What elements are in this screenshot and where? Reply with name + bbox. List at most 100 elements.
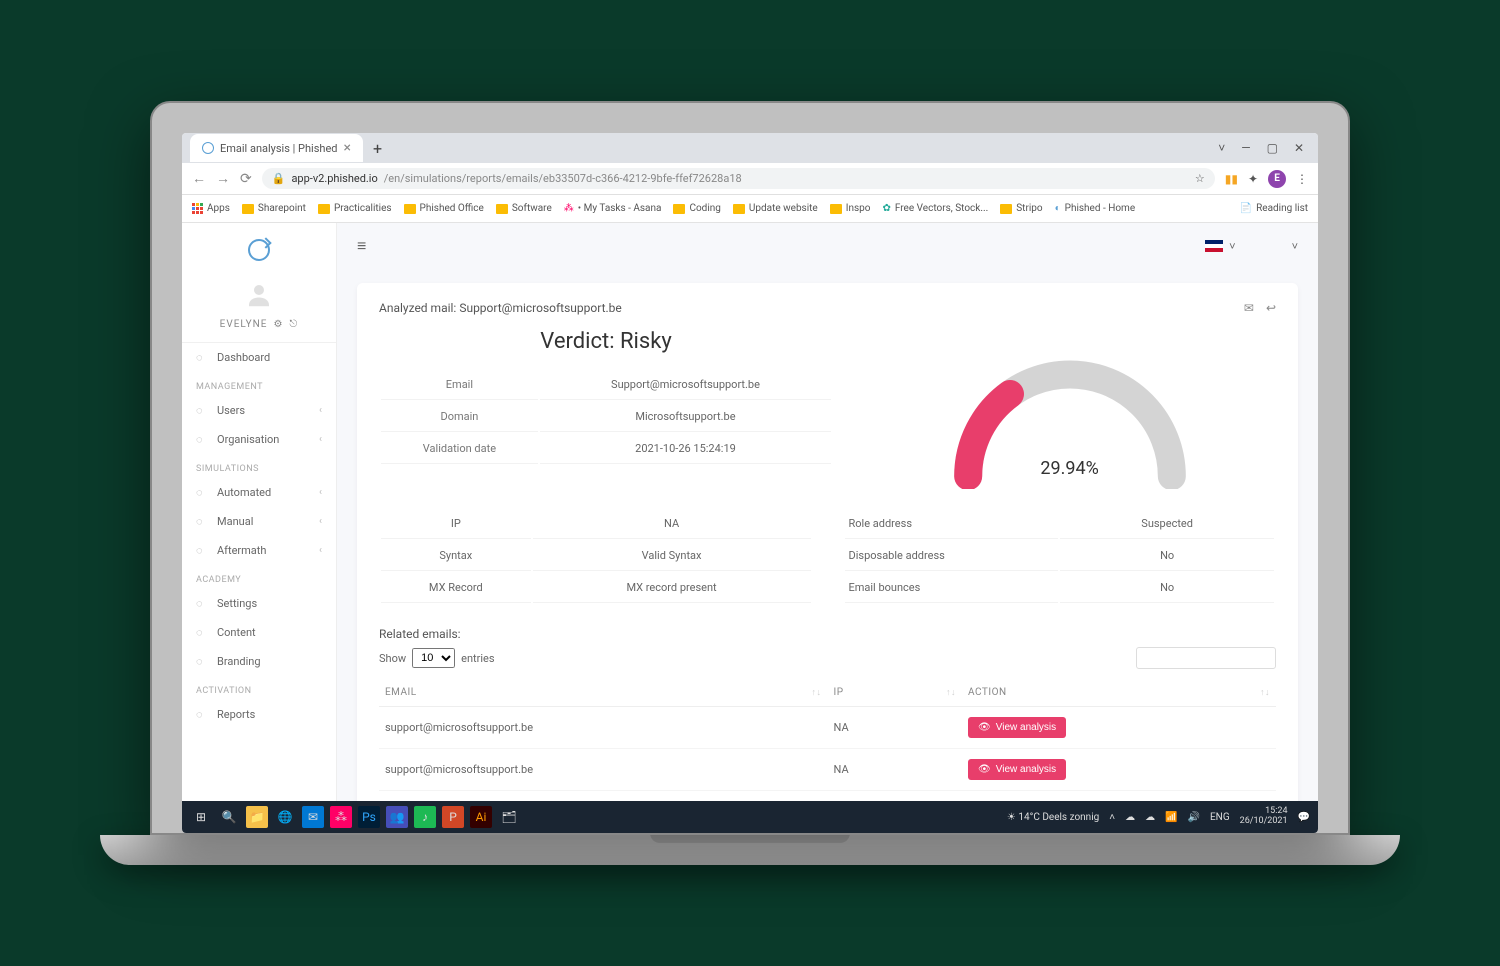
gauge-value: 29.94% [940, 458, 1200, 479]
language-picker[interactable]: ˅ [1205, 240, 1235, 253]
view-analysis-button[interactable]: 👁View analysis [968, 759, 1066, 780]
outlook-icon[interactable]: ✉ [302, 806, 324, 828]
onedrive-icon[interactable]: ☁ [1125, 812, 1135, 823]
bookmark-item[interactable]: Software [496, 203, 552, 214]
sidebar-item-settings[interactable]: ◌Settings [182, 589, 336, 618]
teams-icon[interactable]: 👥 [386, 806, 408, 828]
hamburger-icon[interactable]: ≡ [357, 236, 366, 256]
close-window-icon[interactable]: ✕ [1294, 141, 1304, 155]
nav-label: Branding [217, 655, 261, 668]
weather-widget[interactable]: ☀ 14°C Deels zonnig [1007, 812, 1099, 823]
start-icon[interactable]: ⊞ [190, 806, 212, 828]
nav-label: Organisation [217, 433, 279, 446]
minimize-icon[interactable]: — [1241, 141, 1250, 155]
notifications-icon[interactable]: 💬 [1298, 812, 1310, 823]
page-size-select[interactable]: 10 [412, 648, 455, 668]
cell-ip: NA [828, 707, 963, 749]
chevron-left-icon: ‹ [319, 516, 322, 527]
search-icon[interactable]: 🔍 [218, 806, 240, 828]
apps-button[interactable]: Apps [192, 203, 230, 214]
sidebar-item-dashboard[interactable]: ◌Dashboard [182, 343, 336, 372]
chevron-down-icon: ˅ [1292, 240, 1298, 253]
maximize-icon[interactable]: ▢ [1267, 141, 1278, 155]
sort-icon[interactable]: ↑↓ [1260, 687, 1270, 698]
bookmark-item[interactable]: ✿Free Vectors, Stock... [882, 203, 988, 214]
user-dropdown[interactable]: ˅ [1292, 240, 1298, 253]
avatar-icon [244, 280, 274, 310]
sidebar-nav: ◌DashboardMANAGEMENT◌Users‹◌Organisation… [182, 343, 336, 729]
chrome-icon[interactable]: 🌐 [274, 806, 296, 828]
photoshop-icon[interactable]: Ps [358, 806, 380, 828]
bookmark-item[interactable]: ⁂• My Tasks - Asana [564, 203, 662, 214]
forward-icon[interactable]: → [216, 170, 230, 187]
browser-tab[interactable]: Email analysis | Phished × [190, 134, 363, 162]
analysis-card: Analyzed mail: Support@microsoftsupport.… [357, 283, 1298, 801]
bookmark-item[interactable]: ◐Phished - Home [1055, 203, 1136, 214]
view-analysis-button[interactable]: 👁View analysis [968, 717, 1066, 738]
star-icon[interactable]: ☆ [1195, 172, 1205, 185]
language-indicator[interactable]: ENG [1210, 812, 1230, 823]
sidebar-item-branding[interactable]: ◌ Branding [182, 647, 336, 676]
risk-gauge: 29.94% [940, 349, 1200, 489]
onedrive-icon[interactable]: ☁ [1145, 812, 1155, 823]
sidebar-item-organisation[interactable]: ◌Organisation‹ [182, 425, 336, 454]
search-input[interactable] [1136, 647, 1276, 669]
sort-icon[interactable]: ↑↓ [812, 687, 822, 698]
manual-icon: ◌ [196, 515, 209, 528]
related-title: Related emails: [379, 627, 1276, 641]
auto-icon: ◌ [196, 486, 209, 499]
kebab-menu-icon[interactable]: ⋮ [1296, 172, 1308, 186]
reload-icon[interactable]: ⟳ [240, 171, 252, 187]
bookmark-item[interactable]: Coding [673, 203, 720, 214]
profile-avatar[interactable]: E [1268, 170, 1286, 188]
window-controls: ˅ — ▢ ✕ [1204, 141, 1318, 155]
wifi-icon[interactable]: 📶 [1165, 812, 1177, 823]
illustrator-icon[interactable]: Ai [470, 806, 492, 828]
tab-title: Email analysis | Phished [220, 142, 338, 155]
sidebar-item-aftermath[interactable]: ◌Aftermath‹ [182, 536, 336, 565]
extension-icon[interactable]: ▮▮ [1225, 172, 1238, 186]
reply-icon[interactable]: ↩ [1266, 301, 1276, 315]
asana-icon[interactable]: ⁂ [330, 806, 352, 828]
logout-icon[interactable]: ⎋ [289, 319, 298, 330]
sidebar-item-automated[interactable]: ◌Automated‹ [182, 478, 336, 507]
bookmark-item[interactable]: Update website [733, 203, 818, 214]
extensions-menu-icon[interactable]: ✦ [1248, 172, 1258, 186]
back-icon[interactable]: ← [192, 170, 206, 187]
new-tab-button[interactable]: + [363, 139, 392, 158]
app-icon[interactable]: 🗂 [498, 806, 520, 828]
branding-icon: ◌ [196, 655, 209, 668]
bookmark-item[interactable]: Phished Office [404, 203, 484, 214]
spotify-icon[interactable]: ♪ [414, 806, 436, 828]
clock[interactable]: 15:24 26/10/2021 [1240, 807, 1288, 827]
tech-table: IPNA SyntaxValid Syntax MX RecordMX reco… [379, 507, 813, 605]
address-bar[interactable]: 🔒 app-v2.phished.io/en/simulations/repor… [262, 168, 1215, 189]
bookmark-item[interactable]: Practicalities [318, 203, 392, 214]
app-logo[interactable] [182, 223, 336, 272]
sort-icon[interactable]: ↑↓ [946, 687, 956, 698]
powerpoint-icon[interactable]: P [442, 806, 464, 828]
tray-chevron-icon[interactable]: ˄ [1109, 812, 1115, 823]
volume-icon[interactable]: 🔊 [1188, 812, 1200, 823]
reading-list-button[interactable]: 📄Reading list [1240, 203, 1308, 214]
gear-icon[interactable]: ⚙ [273, 319, 283, 330]
nav-section-label: MANAGEMENT [182, 372, 336, 396]
sidebar-item-content[interactable]: ◌Content [182, 618, 336, 647]
cell-email: support@microsoftsupport.be [379, 791, 828, 802]
sidebar-item-manual[interactable]: ◌Manual‹ [182, 507, 336, 536]
nav-section-label: ACTIVATION [182, 676, 336, 700]
bookmark-item[interactable]: Sharepoint [242, 203, 306, 214]
bookmark-item[interactable]: Stripo [1000, 203, 1042, 214]
sidebar: EVELYNE ⚙ ⎋ ◌DashboardMANAGEMENT◌Users‹◌… [182, 223, 337, 801]
mail-icon[interactable]: ✉ [1244, 301, 1254, 315]
cell-email: support@microsoftsupport.be [379, 749, 828, 791]
explorer-icon[interactable]: 📁 [246, 806, 268, 828]
sidebar-item-reports[interactable]: ◌Reports [182, 700, 336, 729]
bookmark-item[interactable]: Inspo [830, 203, 871, 214]
chevron-down-icon: ˅ [1229, 240, 1235, 253]
chevron-down-icon[interactable]: ˅ [1218, 141, 1225, 155]
close-tab-icon[interactable]: × [344, 140, 351, 156]
browser-tabstrip: Email analysis | Phished × + ˅ — ▢ ✕ [182, 133, 1318, 163]
show-label: Show [379, 652, 406, 665]
sidebar-item-users[interactable]: ◌Users‹ [182, 396, 336, 425]
